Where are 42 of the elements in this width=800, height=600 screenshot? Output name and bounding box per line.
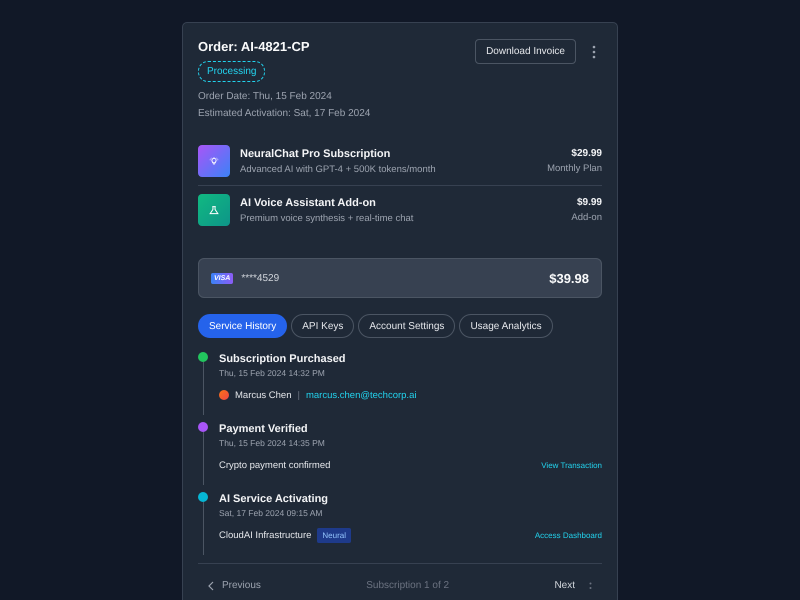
tab[interactable]: Account Settings: [358, 314, 456, 338]
item-description: Advanced AI with GPT-4 + 500K tokens/month: [240, 164, 437, 174]
item-description: Premium voice synthesis + real-time chat: [240, 212, 414, 224]
order-total: $39.98: [549, 270, 589, 286]
event-time: Sat, 17 Feb 2024 09:15 AM: [219, 508, 324, 518]
event-time: Thu, 15 Feb 2024 14:35 PM: [219, 438, 326, 448]
item-plan: Monthly Plan: [547, 163, 602, 174]
next-button[interactable]: Next: [554, 576, 575, 595]
event-title: Payment Verified: [219, 423, 309, 435]
transaction-link[interactable]: View Transaction: [541, 460, 602, 470]
previous-button[interactable]: Previous: [208, 576, 261, 595]
status-badge: Processing: [198, 61, 266, 82]
download-button[interactable]: Download Invoice: [475, 39, 576, 64]
user-name: Marcus Chen: [235, 390, 292, 400]
event-title: Subscription Purchased: [219, 353, 347, 365]
avatar: [219, 390, 229, 400]
item-name: NeuralChat Pro Subscription: [240, 148, 392, 160]
event-note: Crypto payment confirmed: [219, 460, 330, 470]
tab[interactable]: Service History: [198, 314, 288, 338]
event-note: CloudAI Infrastructure: [219, 530, 312, 540]
email-link[interactable]: marcus.chen@techcorp.ai: [306, 390, 416, 400]
item-plan: Add-on: [571, 212, 602, 223]
event-tag: Neural: [317, 528, 351, 542]
event-time: Thu, 15 Feb 2024 14:32 PM: [219, 368, 326, 378]
item-price: $9.99: [576, 197, 602, 208]
chevron-left-icon: [208, 580, 214, 590]
flask-icon: [207, 204, 221, 216]
order-date: Order Date: Thu, 15 Feb 2024: [198, 91, 332, 102]
event-title: AI Service Activating: [219, 493, 330, 505]
item-name: AI Voice Assistant Add-on: [240, 196, 377, 208]
card-number: ****4529: [241, 272, 280, 284]
activation-date: Estimated Activation: Sat, 17 Feb 2024: [198, 108, 370, 119]
item-price: $29.99: [571, 148, 602, 159]
tab[interactable]: Usage Analytics: [459, 314, 553, 338]
more-icon[interactable]: [589, 582, 592, 590]
tab[interactable]: API Keys: [291, 314, 354, 338]
dashboard-link[interactable]: Access Dashboard: [534, 530, 602, 540]
more-icon[interactable]: [592, 44, 596, 58]
page-indicator: Subscription 1 of 2: [365, 580, 450, 591]
separator: |: [298, 390, 300, 400]
order-title: Order: AI-4821-CP: [198, 39, 310, 54]
lightbulb-icon: [207, 154, 221, 168]
